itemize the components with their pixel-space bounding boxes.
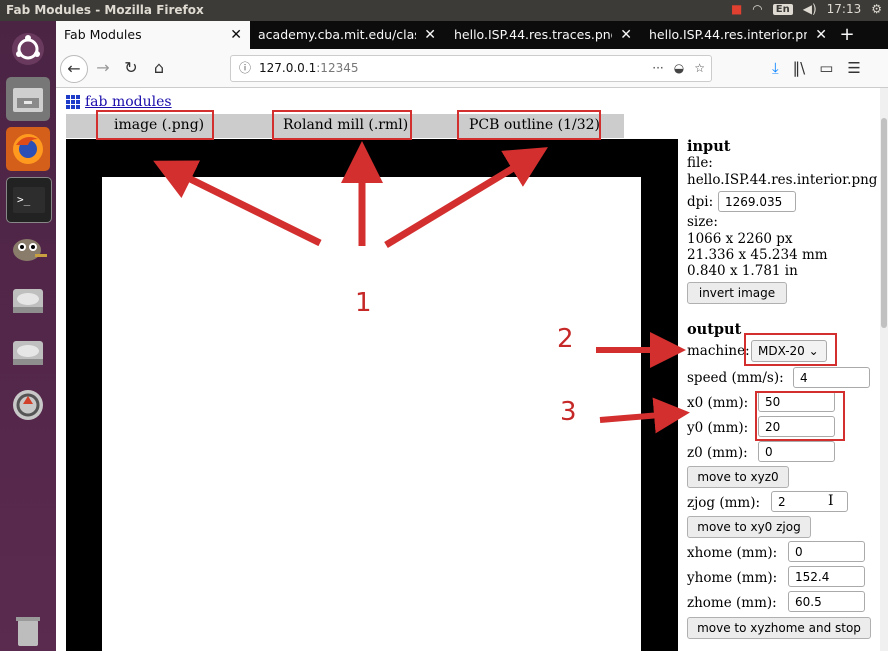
annotation-label-3: 3	[560, 397, 577, 427]
annotation-arrows	[153, 141, 690, 434]
arrow-to-image-menu	[153, 160, 322, 247]
annotation-label-1: 1	[355, 288, 372, 318]
arrow-to-pcb-menu	[384, 147, 548, 248]
arrow-to-origin	[599, 397, 690, 434]
annotation-label-2: 2	[557, 324, 574, 354]
